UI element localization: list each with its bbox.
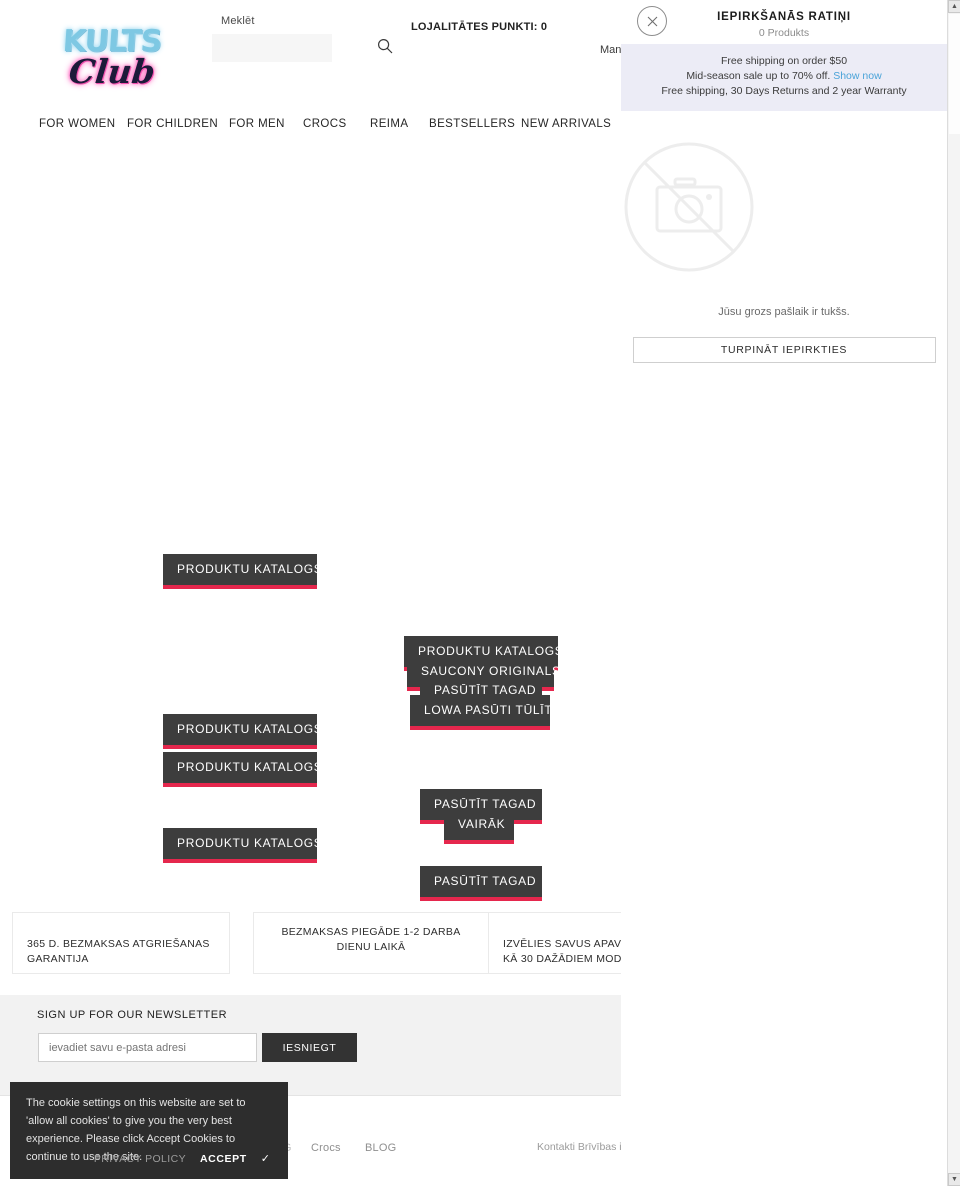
- promo-button-4[interactable]: LOWA PASŪTI TŪLĪT: [410, 695, 552, 726]
- scroll-down-arrow-icon[interactable]: ▼: [948, 1173, 960, 1186]
- page-root: KULTS Club Meklēt LOJALITĀTES PUNKTI: 0 …: [0, 0, 960, 1186]
- promo-sale-text: Mid-season sale up to 70% off.: [686, 70, 831, 82]
- newsletter-submit-button[interactable]: IESNIEGT: [262, 1033, 357, 1062]
- promo-button-5[interactable]: PRODUKTU KATALOGS: [163, 714, 322, 745]
- feature-box-returns: 365 D. BEZMAKSAS ATGRIEŠANAS GARANTIJA: [12, 912, 230, 974]
- footer-link-blog[interactable]: BLOG: [365, 1142, 396, 1154]
- cart-empty-message: Jūsu grozs pašlaik ir tukšs.: [718, 306, 850, 318]
- search-label: Meklēt: [221, 15, 255, 27]
- site-logo[interactable]: KULTS Club: [62, 22, 163, 96]
- promo-button-10[interactable]: PASŪTĪT TAGAD: [420, 866, 542, 897]
- search-input[interactable]: [212, 34, 332, 62]
- accept-cookies-button[interactable]: ACCEPT: [200, 1153, 247, 1165]
- footer-link-crocs[interactable]: Crocs: [311, 1142, 341, 1154]
- feature-box-shipping: BEZMAKSAS PIEGĀDE 1-2 DARBA DIENU LAIKĀ: [253, 912, 489, 974]
- nav-item-bestsellers[interactable]: BESTSELLERS: [429, 118, 515, 130]
- search-icon[interactable]: [377, 38, 393, 54]
- privacy-policy-link[interactable]: PRIVACY POLICY: [94, 1153, 186, 1165]
- promo-button-0[interactable]: PRODUKTU KATALOGS: [163, 554, 322, 585]
- show-now-link[interactable]: Show now: [833, 70, 881, 82]
- scrollbar-thumb[interactable]: [949, 14, 960, 134]
- promo-button-8[interactable]: VAIRĀK: [444, 809, 514, 840]
- promo-sale-line: Mid-season sale up to 70% off. Show now: [633, 69, 935, 84]
- cart-empty-state: Jūsu grozs pašlaik ir tukšs. TURPINĀT IE…: [621, 111, 947, 363]
- footer-contact: Kontakti Brīvības ie: [537, 1141, 628, 1153]
- cart-header: IEPIRKŠANĀS RATIŅI 0 Produkts: [621, 0, 947, 44]
- scroll-up-arrow-icon[interactable]: ▲: [948, 0, 960, 13]
- logo-text-club: Club: [67, 52, 157, 91]
- nav-item-reima[interactable]: REIMA: [370, 118, 408, 130]
- cookie-consent-banner: The cookie settings on this website are …: [10, 1082, 288, 1179]
- nav-item-for-children[interactable]: FOR CHILDREN: [127, 118, 218, 130]
- cookie-actions: PRIVACY POLICY ACCEPT ✓: [94, 1152, 270, 1166]
- promo-button-9[interactable]: PRODUKTU KATALOGS: [163, 828, 322, 859]
- cart-promo-banner: Free shipping on order $50 Mid-season sa…: [621, 44, 947, 111]
- feature-text: BEZMAKSAS PIEGĀDE 1-2 DARBA DIENU LAIKĀ: [281, 926, 461, 953]
- page-scrollbar[interactable]: ▲ ▼: [947, 0, 960, 1186]
- promo-button-6[interactable]: PRODUKTU KATALOGS: [163, 752, 322, 783]
- feature-text: 365 D. BEZMAKSAS ATGRIEŠANAS GARANTIJA: [27, 938, 210, 965]
- check-icon: ✓: [260, 1153, 270, 1165]
- newsletter-title: SIGN UP FOR OUR NEWSLETTER: [37, 1009, 228, 1021]
- shopping-cart-drawer: IEPIRKŠANĀS RATIŅI 0 Produkts Free shipp…: [621, 0, 947, 1186]
- account-link[interactable]: Man: [600, 44, 621, 56]
- nav-item-for-women[interactable]: FOR WOMEN: [39, 118, 115, 130]
- newsletter-email-input[interactable]: [38, 1033, 257, 1062]
- continue-shopping-button[interactable]: TURPINĀT IEPIRKTIES: [632, 337, 936, 363]
- promo-warranty: Free shipping, 30 Days Returns and 2 yea…: [661, 85, 907, 97]
- nav-item-new-arrivals[interactable]: NEW ARRIVALS: [521, 118, 611, 130]
- nav-item-for-men[interactable]: FOR MEN: [229, 118, 285, 130]
- cart-title: IEPIRKŠANĀS RATIŅI: [717, 11, 851, 23]
- loyalty-points: LOJALITĀTES PUNKTI: 0: [411, 21, 548, 33]
- no-image-placeholder-icon: [621, 139, 947, 280]
- promo-free-shipping: Free shipping on order $50: [720, 55, 848, 67]
- nav-item-crocs[interactable]: CROCS: [303, 118, 347, 130]
- cart-item-count: 0 Produkts: [758, 27, 810, 39]
